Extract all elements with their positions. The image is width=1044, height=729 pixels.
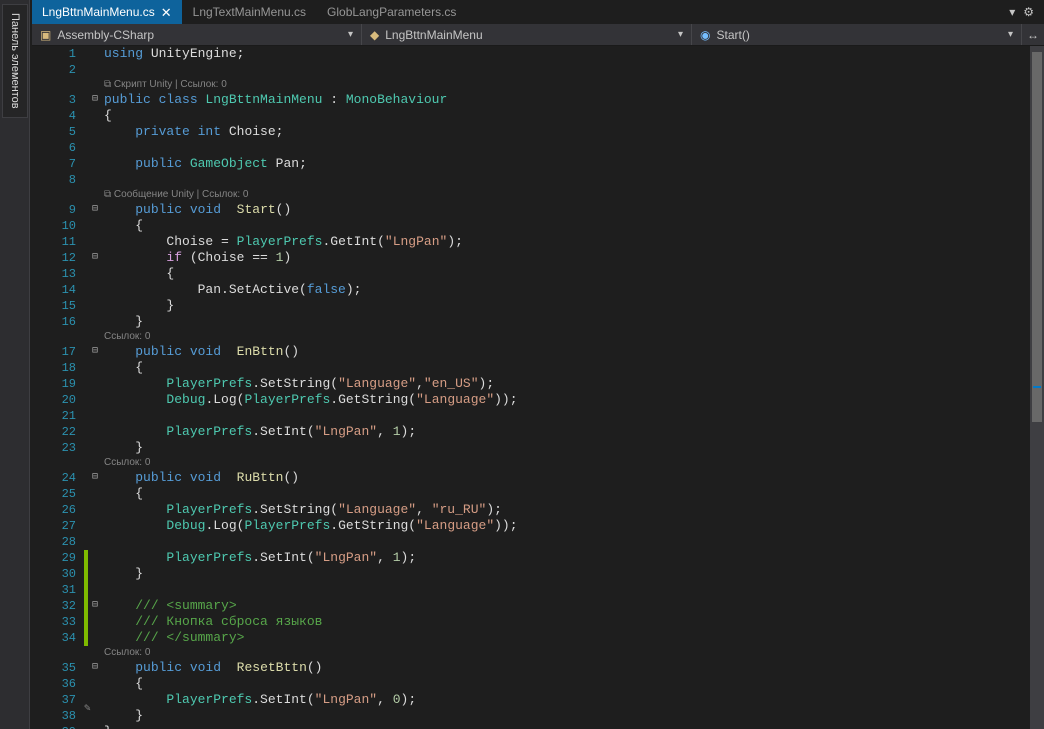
codelens-indicator[interactable]: ⧉ Сообщение Unity | Ссылок: 0 <box>102 188 1030 202</box>
chevron-down-icon: ▾ <box>348 29 353 40</box>
chevron-down-icon: ▾ <box>1008 29 1013 40</box>
split-editor-icon[interactable]: ↔ <box>1022 24 1044 45</box>
document-tab-bar: LngBttnMainMenu.cs ✕ LngTextMainMenu.cs … <box>32 0 1044 24</box>
brush-icon: ✎ <box>84 701 91 715</box>
file-tab-label: GlobLangParameters.cs <box>327 5 456 19</box>
nav-member-dropdown[interactable]: ◉ Start() ▾ <box>692 24 1022 45</box>
code-content[interactable]: using UnityEngine; ⧉ Скрипт Unity | Ссыл… <box>102 46 1030 729</box>
nav-project-dropdown[interactable]: ▣ Assembly-CSharp ▾ <box>32 24 362 45</box>
collapse-icon[interactable]: ⊟ <box>88 202 102 218</box>
tab-settings-icon[interactable]: ⚙ <box>1023 5 1034 19</box>
navigation-bar: ▣ Assembly-CSharp ▾ ◆ LngBttnMainMenu ▾ … <box>32 24 1044 46</box>
file-tab-label: LngBttnMainMenu.cs <box>42 5 155 19</box>
close-tab-icon[interactable]: ✕ <box>161 6 172 19</box>
code-editor[interactable]: 1 2 3 4 5 6 7 8 9 10 11 12 13 14 15 16 1… <box>32 46 1030 729</box>
method-icon: ◉ <box>700 28 710 42</box>
file-tab-active[interactable]: LngBttnMainMenu.cs ✕ <box>32 0 183 24</box>
toolbox-tab[interactable]: Панель элементов <box>2 4 28 118</box>
csharp-project-icon: ▣ <box>40 28 51 42</box>
class-icon: ◆ <box>370 28 379 42</box>
collapse-icon[interactable]: ⊟ <box>88 344 102 360</box>
line-number-gutter: 1 2 3 4 5 6 7 8 9 10 11 12 13 14 15 16 1… <box>32 46 84 729</box>
codelens-indicator[interactable]: ⧉ Скрипт Unity | Ссылок: 0 <box>102 78 1030 92</box>
nav-project-label: Assembly-CSharp <box>57 28 154 42</box>
collapse-icon[interactable]: ⊟ <box>88 92 102 108</box>
nav-member-label: Start() <box>716 28 749 42</box>
collapse-icon[interactable]: ⊟ <box>88 598 102 614</box>
nav-class-label: LngBttnMainMenu <box>385 28 482 42</box>
scrollbar-thumb[interactable] <box>1032 52 1042 422</box>
file-tab[interactable]: LngTextMainMenu.cs <box>183 0 317 24</box>
vertical-scrollbar[interactable] <box>1030 46 1044 729</box>
tab-overflow-icon[interactable]: ▾ <box>1009 5 1015 19</box>
collapse-icon[interactable]: ⊟ <box>88 660 102 676</box>
nav-class-dropdown[interactable]: ◆ LngBttnMainMenu ▾ <box>362 24 692 45</box>
collapse-icon[interactable]: ⊟ <box>88 470 102 486</box>
chevron-down-icon: ▾ <box>678 29 683 40</box>
file-tab-label: LngTextMainMenu.cs <box>193 5 306 19</box>
collapse-icon[interactable]: ⊟ <box>88 250 102 266</box>
codelens-indicator[interactable]: Ссылок: 0 <box>102 456 1030 470</box>
scroll-marker <box>1033 386 1041 388</box>
codelens-indicator[interactable]: Ссылок: 0 <box>102 646 1030 660</box>
tool-side-panel: Панель элементов <box>0 0 30 729</box>
file-tab[interactable]: GlobLangParameters.cs <box>317 0 467 24</box>
codelens-indicator[interactable]: Ссылок: 0 <box>102 330 1030 344</box>
outline-column: ⊟ ⊟ ⊟ ⊟ ⊟ ⊟ ⊟ <box>88 46 102 729</box>
